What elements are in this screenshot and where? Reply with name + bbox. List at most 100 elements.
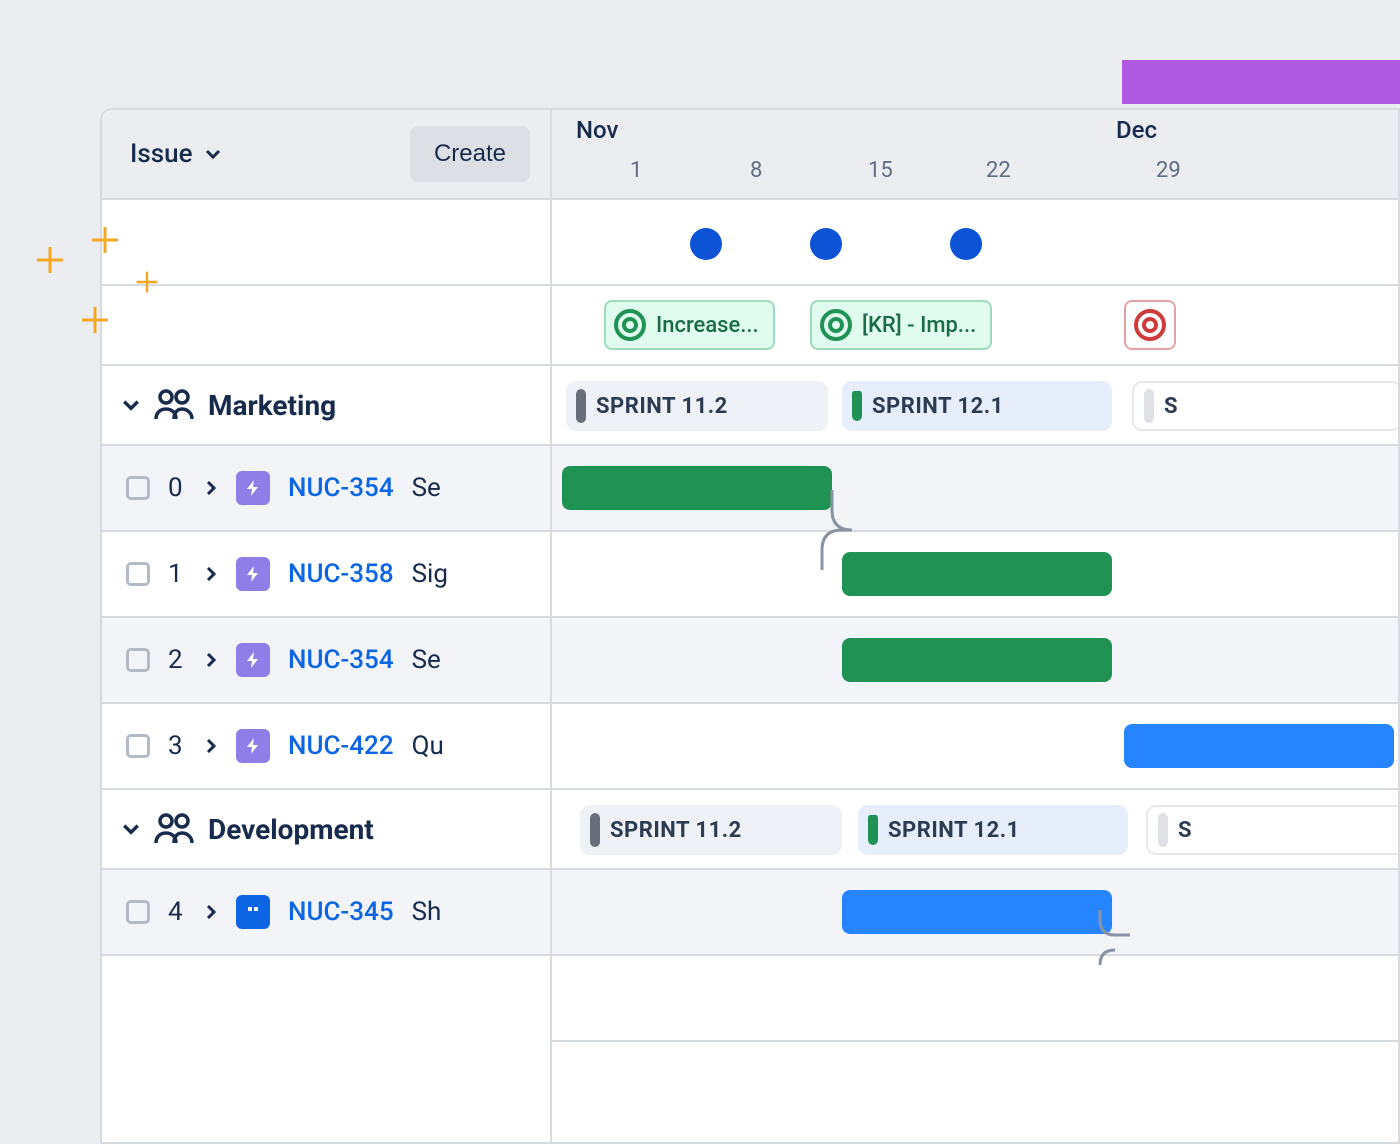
epic-icon — [236, 471, 270, 505]
gantt-row — [552, 956, 1398, 1042]
day-label: 22 — [986, 158, 1011, 183]
chevron-down-icon — [122, 820, 140, 838]
gantt-bar[interactable] — [842, 890, 1112, 934]
month-label-dec: Dec — [1116, 116, 1157, 144]
sprint-label: SPRINT 11.2 — [596, 394, 728, 419]
target-icon — [818, 307, 854, 343]
target-icon — [612, 307, 648, 343]
sprint-handle[interactable] — [576, 389, 586, 423]
gantt-row — [552, 618, 1398, 704]
row-index: 4 — [168, 897, 186, 927]
gantt-bar[interactable] — [1124, 724, 1394, 768]
day-label: 29 — [1156, 158, 1181, 183]
create-button[interactable]: Create — [410, 126, 530, 182]
checkbox[interactable] — [126, 734, 150, 758]
milestone-lane — [552, 200, 1398, 286]
goals-lane: Increase... [KR] - Imp... — [552, 286, 1398, 366]
sprint-handle[interactable] — [590, 813, 600, 847]
issue-row[interactable]: 0 NUC-354 Se — [102, 446, 550, 532]
story-icon — [236, 895, 270, 929]
sprint-label: S — [1164, 394, 1178, 419]
issue-dropdown-label: Issue — [130, 139, 193, 169]
goal-label: Increase... — [656, 313, 759, 338]
row-index: 2 — [168, 645, 186, 675]
sprint-handle[interactable] — [852, 391, 862, 421]
issue-key-link[interactable]: NUC-422 — [288, 731, 394, 761]
sprint-label: SPRINT 11.2 — [610, 818, 742, 843]
epic-icon — [236, 557, 270, 591]
row-index: 0 — [168, 473, 186, 503]
goal-chip[interactable]: Increase... — [604, 300, 775, 350]
gantt-row — [552, 532, 1398, 618]
chevron-right-icon[interactable] — [204, 481, 218, 495]
roadmap-panel: Issue Create Nov 1 8 15 22 Dec 29 Market… — [100, 108, 1400, 1144]
issue-dropdown[interactable]: Issue — [130, 139, 221, 169]
checkbox[interactable] — [126, 900, 150, 924]
checkbox[interactable] — [126, 648, 150, 672]
sprint-box[interactable]: SPRINT 12.1 — [858, 805, 1128, 855]
group-header-development[interactable]: Development — [102, 790, 550, 870]
issue-row[interactable]: 1 NUC-358 Sig — [102, 532, 550, 618]
issue-summary: Se — [412, 473, 441, 503]
issue-row[interactable]: 4 NUC-345 Sh — [102, 870, 550, 956]
chevron-right-icon[interactable] — [204, 905, 218, 919]
sprint-label: S — [1178, 818, 1192, 843]
issue-key-link[interactable]: NUC-358 — [288, 559, 394, 589]
issue-row[interactable]: 2 NUC-354 Se — [102, 618, 550, 704]
milestone-dot[interactable] — [950, 228, 982, 260]
goal-spacer — [102, 286, 550, 366]
team-icon — [154, 809, 194, 849]
timeline-header: Nov 1 8 15 22 Dec 29 — [552, 110, 1398, 198]
header-left: Issue Create — [102, 110, 552, 198]
team-icon — [154, 385, 194, 425]
gantt-row — [552, 704, 1398, 790]
sprint-box[interactable]: SPRINT 12.1 — [842, 381, 1112, 431]
sprint-lane-development: SPRINT 11.2 SPRINT 12.1 S — [552, 790, 1398, 870]
group-title: Marketing — [208, 389, 336, 422]
gantt-bar[interactable] — [842, 638, 1112, 682]
issue-list-column: Marketing 0 NUC-354 Se 1 NUC-358 Sig — [102, 200, 552, 1142]
row-index: 3 — [168, 731, 186, 761]
issue-key-link[interactable]: NUC-354 — [288, 473, 394, 503]
gantt-bar[interactable] — [562, 466, 832, 510]
issue-key-link[interactable]: NUC-345 — [288, 897, 394, 927]
row-index: 1 — [168, 559, 186, 589]
issue-key-link[interactable]: NUC-354 — [288, 645, 394, 675]
target-icon — [1132, 307, 1168, 343]
day-label: 8 — [750, 158, 762, 183]
chevron-right-icon[interactable] — [204, 653, 218, 667]
group-header-marketing[interactable]: Marketing — [102, 366, 550, 446]
checkbox[interactable] — [126, 562, 150, 586]
gantt-bar[interactable] — [842, 552, 1112, 596]
goal-chip[interactable] — [1124, 300, 1176, 350]
milestone-dot[interactable] — [690, 228, 722, 260]
group-title: Development — [208, 813, 374, 846]
milestone-dot[interactable] — [810, 228, 842, 260]
epic-icon — [236, 729, 270, 763]
chevron-right-icon[interactable] — [204, 567, 218, 581]
sprint-handle[interactable] — [1144, 389, 1154, 423]
sprint-box[interactable]: S — [1146, 805, 1400, 855]
chevron-right-icon[interactable] — [204, 739, 218, 753]
sprint-box[interactable]: S — [1132, 381, 1400, 431]
body-area: Marketing 0 NUC-354 Se 1 NUC-358 Sig — [102, 200, 1398, 1142]
sprint-handle[interactable] — [1158, 813, 1168, 847]
timeline-column[interactable]: Increase... [KR] - Imp... SPRINT 11.2 — [552, 200, 1398, 1142]
month-label-nov: Nov — [576, 116, 618, 144]
sprint-box[interactable]: SPRINT 11.2 — [580, 805, 842, 855]
issue-summary: Sh — [412, 897, 442, 927]
issue-summary: Sig — [412, 559, 448, 589]
sprint-box[interactable]: SPRINT 11.2 — [566, 381, 828, 431]
issue-summary: Se — [412, 645, 441, 675]
gantt-row — [552, 446, 1398, 532]
goal-label: [KR] - Imp... — [862, 313, 976, 338]
checkbox[interactable] — [126, 476, 150, 500]
sprint-handle[interactable] — [868, 815, 878, 845]
goal-chip[interactable]: [KR] - Imp... — [810, 300, 992, 350]
issue-row[interactable]: 3 NUC-422 Qu — [102, 704, 550, 790]
day-label: 1 — [630, 158, 642, 183]
issue-summary: Qu — [412, 731, 444, 761]
sprint-lane-marketing: SPRINT 11.2 SPRINT 12.1 S — [552, 366, 1398, 446]
gantt-row — [552, 870, 1398, 956]
purple-highlight — [1122, 60, 1400, 104]
